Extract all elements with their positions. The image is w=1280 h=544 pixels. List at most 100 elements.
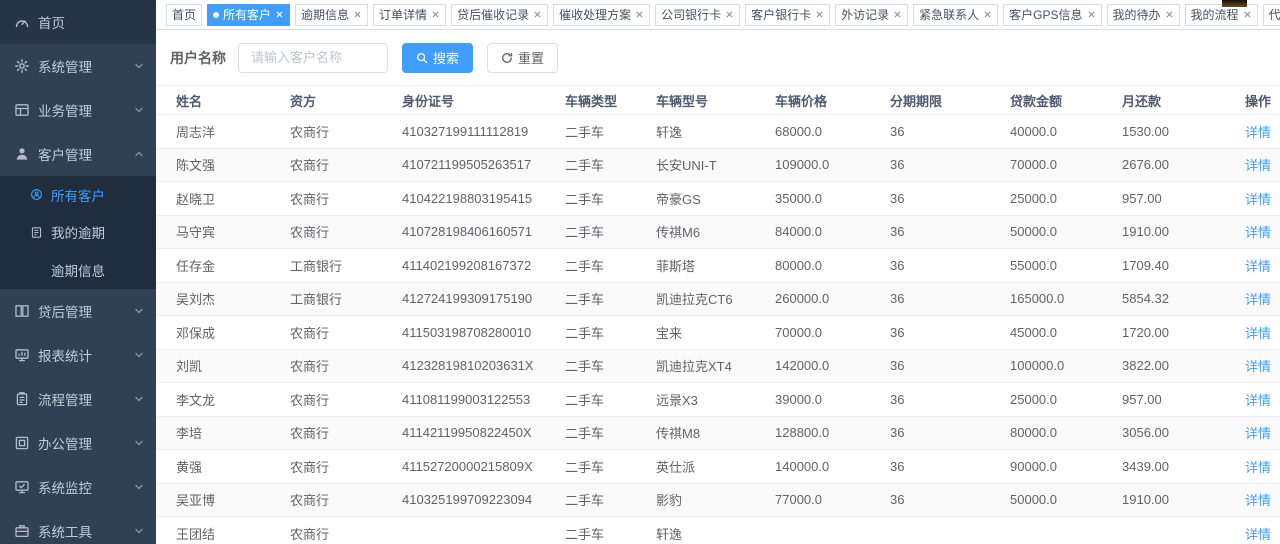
cell-id_number: 412724199309175190 xyxy=(402,282,565,316)
cell-id_number xyxy=(402,517,565,544)
tab[interactable]: 外访记录 xyxy=(835,4,908,26)
cell-term: 36 xyxy=(890,483,1010,517)
sidebar-subitem-label: 所有客户 xyxy=(51,185,105,205)
close-icon[interactable] xyxy=(1165,10,1174,19)
cell-monthly_payment: 1910.00 xyxy=(1122,215,1245,249)
detail-link[interactable]: 详情 xyxy=(1245,125,1271,140)
detail-link[interactable]: 详情 xyxy=(1245,426,1271,441)
close-icon[interactable] xyxy=(635,10,644,19)
sidebar-item-label: 流程管理 xyxy=(38,389,92,409)
cell-name: 李培 xyxy=(156,416,290,450)
tab[interactable]: 公司银行卡 xyxy=(655,4,740,26)
detail-link[interactable]: 详情 xyxy=(1245,158,1271,173)
tab[interactable]: 订单详情 xyxy=(373,4,446,26)
sidebar-item[interactable]: 系统工具 xyxy=(0,509,156,544)
reset-button[interactable]: 重置 xyxy=(487,43,558,73)
sidebar-subitem[interactable]: 所有客户 xyxy=(0,176,156,214)
cell-loan_amount: 50000.0 xyxy=(1010,483,1122,517)
detail-link[interactable]: 详情 xyxy=(1245,393,1271,408)
close-icon[interactable] xyxy=(983,10,992,19)
tab[interactable]: 客户GPS信息 xyxy=(1003,4,1101,26)
table-row: 马守宾农商行410728198406160571二手车传祺M684000.036… xyxy=(156,215,1280,249)
detail-link[interactable]: 详情 xyxy=(1245,259,1271,274)
cell-action: 详情 xyxy=(1245,115,1280,149)
close-icon[interactable] xyxy=(431,10,440,19)
sidebar-item[interactable]: 系统管理 xyxy=(0,44,156,88)
table-row: 吴刘杰工商银行412724199309175190二手车凯迪拉克CT626000… xyxy=(156,282,1280,316)
table-row: 黄强农商行41152720000215809X二手车英仕派140000.0369… xyxy=(156,450,1280,484)
sidebar-item[interactable]: 贷后管理 xyxy=(0,289,156,333)
cell-monthly_payment: 1530.00 xyxy=(1122,115,1245,149)
cell-monthly_payment: 5854.32 xyxy=(1122,282,1245,316)
cell-funder: 农商行 xyxy=(290,383,402,417)
cell-funder: 农商行 xyxy=(290,517,402,544)
tab-label: 订单详情 xyxy=(379,6,427,23)
close-icon[interactable] xyxy=(725,10,734,19)
detail-link[interactable]: 详情 xyxy=(1245,326,1271,341)
tab-label: 贷后催收记录 xyxy=(457,6,529,23)
tab-label: 客户GPS信息 xyxy=(1009,6,1082,23)
sidebar-item[interactable]: 客户管理 xyxy=(0,132,156,176)
cell-funder: 农商行 xyxy=(290,416,402,450)
chevron-down-icon xyxy=(134,105,144,115)
sidebar-item[interactable]: 报表统计 xyxy=(0,333,156,377)
cell-vehicle_price: 142000.0 xyxy=(775,349,890,383)
detail-link[interactable]: 详情 xyxy=(1245,359,1271,374)
sidebar-item[interactable]: 办公管理 xyxy=(0,421,156,465)
cell-id_number: 41232819810203631X xyxy=(402,349,565,383)
column-header-id_number: 身份证号 xyxy=(402,86,565,115)
sidebar-item[interactable]: 首页 xyxy=(0,0,156,44)
cell-action: 详情 xyxy=(1245,182,1280,216)
sidebar-item[interactable]: 系统监控 xyxy=(0,465,156,509)
sidebar-submenu: 所有客户我的逾期逾期信息 xyxy=(0,176,156,289)
cell-name: 马守宾 xyxy=(156,215,290,249)
cell-term: 36 xyxy=(890,148,1010,182)
cell-id_number: 410327199111112819 xyxy=(402,115,565,149)
close-icon[interactable] xyxy=(893,10,902,19)
detail-link[interactable]: 详情 xyxy=(1245,460,1271,475)
cell-action: 详情 xyxy=(1245,249,1280,283)
customer-name-input[interactable] xyxy=(238,43,388,73)
cell-funder: 农商行 xyxy=(290,316,402,350)
sidebar-item[interactable]: 业务管理 xyxy=(0,88,156,132)
tab-active[interactable]: 所有客户 xyxy=(207,4,290,26)
cell-vehicle_type: 二手车 xyxy=(565,249,656,283)
sidebar-item[interactable]: 流程管理 xyxy=(0,377,156,421)
close-icon[interactable] xyxy=(533,10,542,19)
cell-vehicle_model: 传祺M6 xyxy=(656,215,775,249)
cell-loan_amount: 165000.0 xyxy=(1010,282,1122,316)
close-icon[interactable] xyxy=(815,10,824,19)
tab[interactable]: 贷后催收记录 xyxy=(451,4,548,26)
close-icon[interactable] xyxy=(275,10,284,19)
reset-button-label: 重置 xyxy=(518,48,544,67)
cell-funder: 农商行 xyxy=(290,483,402,517)
detail-link[interactable]: 详情 xyxy=(1245,292,1271,307)
cell-vehicle_model: 轩逸 xyxy=(656,517,775,544)
tab[interactable]: 逾期信息 xyxy=(295,4,368,26)
tab[interactable]: 我的待办 xyxy=(1107,4,1180,26)
search-button[interactable]: 搜索 xyxy=(402,43,473,73)
table-header-row: 姓名资方身份证号车辆类型车辆型号车辆价格分期期限贷款金额月还款操作 xyxy=(156,86,1280,115)
detail-link[interactable]: 详情 xyxy=(1245,192,1271,207)
tab[interactable]: 首页 xyxy=(166,4,202,26)
sidebar-subitem[interactable]: 我的逾期 xyxy=(0,214,156,252)
tab[interactable]: 代签任务 xyxy=(1263,4,1280,26)
detail-link[interactable]: 详情 xyxy=(1245,527,1271,542)
detail-link[interactable]: 详情 xyxy=(1245,225,1271,240)
cell-term: 36 xyxy=(890,115,1010,149)
close-icon[interactable] xyxy=(1087,10,1096,19)
sidebar-subitem[interactable]: 逾期信息 xyxy=(0,251,156,289)
close-icon[interactable] xyxy=(1243,10,1252,19)
tab[interactable]: 紧急联系人 xyxy=(913,4,998,26)
tab[interactable]: 客户银行卡 xyxy=(745,4,830,26)
cell-loan_amount: 40000.0 xyxy=(1010,115,1122,149)
cell-monthly_payment: 1720.00 xyxy=(1122,316,1245,350)
briefcase-icon xyxy=(14,523,30,539)
close-icon[interactable] xyxy=(353,10,362,19)
tab[interactable]: 催收处理方案 xyxy=(553,4,650,26)
cell-id_number: 410728198406160571 xyxy=(402,215,565,249)
cell-vehicle_price: 80000.0 xyxy=(775,249,890,283)
column-header-action: 操作 xyxy=(1245,86,1280,115)
detail-link[interactable]: 详情 xyxy=(1245,493,1271,508)
sidebar-item-label: 系统工具 xyxy=(38,521,92,541)
